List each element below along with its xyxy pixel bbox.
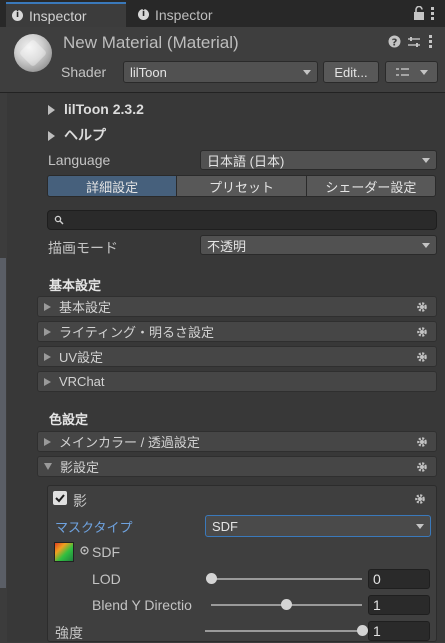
mask-type-value: SDF xyxy=(212,518,238,534)
strength-slider-track[interactable] xyxy=(205,630,362,632)
gear-icon[interactable] xyxy=(416,301,428,313)
foldout-shadow-settings[interactable]: 影設定 xyxy=(37,456,437,477)
chevron-right-icon xyxy=(48,105,55,116)
strength-slider-knob[interactable] xyxy=(356,625,368,636)
chevron-down-icon xyxy=(419,69,428,75)
chevron-right-icon xyxy=(44,377,51,386)
tab-label: Inspector xyxy=(155,6,213,23)
shader-menu-button[interactable] xyxy=(385,61,438,83)
chevron-right-icon xyxy=(48,131,55,142)
foldout-main-color[interactable]: メインカラー / 透過設定 xyxy=(37,431,437,452)
liltoon-version-foldout[interactable]: lilToon 2.3.2 xyxy=(48,101,144,117)
chevron-right-icon xyxy=(44,302,51,311)
chevron-down-icon xyxy=(44,463,52,470)
preset-sliders-icon[interactable] xyxy=(407,35,421,49)
lod-value-field[interactable]: 0 xyxy=(368,569,430,589)
settings-tab-group: 詳細設定 プリセット シェーダー設定 xyxy=(47,175,436,197)
chevron-right-icon xyxy=(44,327,51,336)
shader-value: lilToon xyxy=(130,64,167,80)
search-input[interactable] xyxy=(47,210,437,230)
gear-icon[interactable] xyxy=(416,436,428,448)
basic-settings-heading: 基本設定 xyxy=(49,278,102,293)
shadow-panel xyxy=(47,485,437,642)
chevron-down-icon xyxy=(422,243,430,248)
render-mode-dropdown[interactable]: 不透明 xyxy=(200,235,437,255)
info-icon: i xyxy=(12,10,23,21)
help-foldout[interactable]: ヘルプ xyxy=(48,125,106,145)
foldout-uv-settings[interactable]: UV設定 xyxy=(37,346,437,367)
foldout-vrchat[interactable]: VRChat xyxy=(37,371,437,392)
foldout-lighting-settings[interactable]: ライティング・明るさ設定 xyxy=(37,321,437,342)
foldout-label: ヘルプ xyxy=(64,127,106,143)
chevron-right-icon xyxy=(44,437,51,446)
tab-inspector[interactable]: i Inspector xyxy=(132,2,252,27)
language-dropdown[interactable]: 日本語 (日本) xyxy=(200,150,437,170)
sdf-label: SDF xyxy=(92,544,120,560)
gear-icon[interactable] xyxy=(416,461,428,473)
gear-icon[interactable] xyxy=(414,493,426,505)
sdf-texture-thumbnail[interactable] xyxy=(54,542,74,562)
lod-label: LOD xyxy=(92,571,121,587)
shadow-enable-checkbox[interactable] xyxy=(53,491,67,505)
object-picker-icon[interactable] xyxy=(80,546,89,555)
foldout-label: 影設定 xyxy=(60,460,100,475)
help-icon[interactable]: ? xyxy=(388,35,401,48)
left-edge-strip xyxy=(0,258,6,588)
svg-text:?: ? xyxy=(392,38,398,49)
render-mode-value: 不透明 xyxy=(207,238,247,254)
tab-advanced-settings[interactable]: 詳細設定 xyxy=(48,176,178,196)
gear-icon[interactable] xyxy=(416,351,428,363)
blend-value-field[interactable]: 1 xyxy=(368,595,430,615)
mask-type-dropdown[interactable]: SDF xyxy=(205,515,431,537)
foldout-label: ライティング・明るさ設定 xyxy=(59,325,214,340)
blend-slider-knob[interactable] xyxy=(281,599,292,610)
chevron-right-icon xyxy=(44,352,51,361)
search-icon xyxy=(54,215,64,225)
foldout-label: メインカラー / 透過設定 xyxy=(59,435,200,450)
context-menu-icon[interactable] xyxy=(429,35,432,49)
chevron-down-icon xyxy=(422,158,430,163)
language-label: Language xyxy=(48,152,111,168)
foldout-basic-settings[interactable]: 基本設定 xyxy=(37,296,437,317)
strength-value-field[interactable]: 1 xyxy=(368,621,430,641)
foldout-label: VRChat xyxy=(59,374,105,389)
material-preview-icon xyxy=(14,34,52,72)
more-menu-icon[interactable] xyxy=(431,7,434,21)
shadow-enable-label: 影 xyxy=(73,493,87,509)
language-value: 日本語 (日本) xyxy=(207,153,285,169)
tab-label: Inspector xyxy=(29,7,87,24)
tab-inspector-active[interactable]: i Inspector xyxy=(6,2,126,27)
blend-y-direction-label: Blend Y Directio xyxy=(92,597,192,613)
checkmark-icon xyxy=(55,494,65,503)
gear-icon[interactable] xyxy=(416,326,428,338)
info-icon: i xyxy=(138,9,149,20)
list-icon xyxy=(395,68,409,76)
tab-shader-settings[interactable]: シェーダー設定 xyxy=(306,176,435,196)
foldout-label: UV設定 xyxy=(59,350,104,365)
chevron-down-icon xyxy=(303,70,311,75)
strength-label: 強度 xyxy=(55,625,83,641)
tab-presets[interactable]: プリセット xyxy=(177,176,307,196)
lock-icon[interactable] xyxy=(413,6,425,21)
material-title: New Material (Material) xyxy=(63,33,239,52)
edit-shader-button[interactable]: Edit... xyxy=(323,61,379,83)
color-settings-heading: 色設定 xyxy=(49,412,89,427)
shader-label: Shader xyxy=(61,64,107,80)
chevron-down-icon xyxy=(416,524,424,529)
render-mode-label: 描画モード xyxy=(48,240,118,256)
lod-slider-track[interactable] xyxy=(211,578,362,580)
foldout-label: 基本設定 xyxy=(59,300,112,315)
shader-dropdown[interactable]: lilToon xyxy=(123,61,318,83)
foldout-label: lilToon 2.3.2 xyxy=(64,101,144,117)
mask-type-label: マスクタイプ xyxy=(55,520,133,535)
lod-slider-knob[interactable] xyxy=(205,573,217,584)
